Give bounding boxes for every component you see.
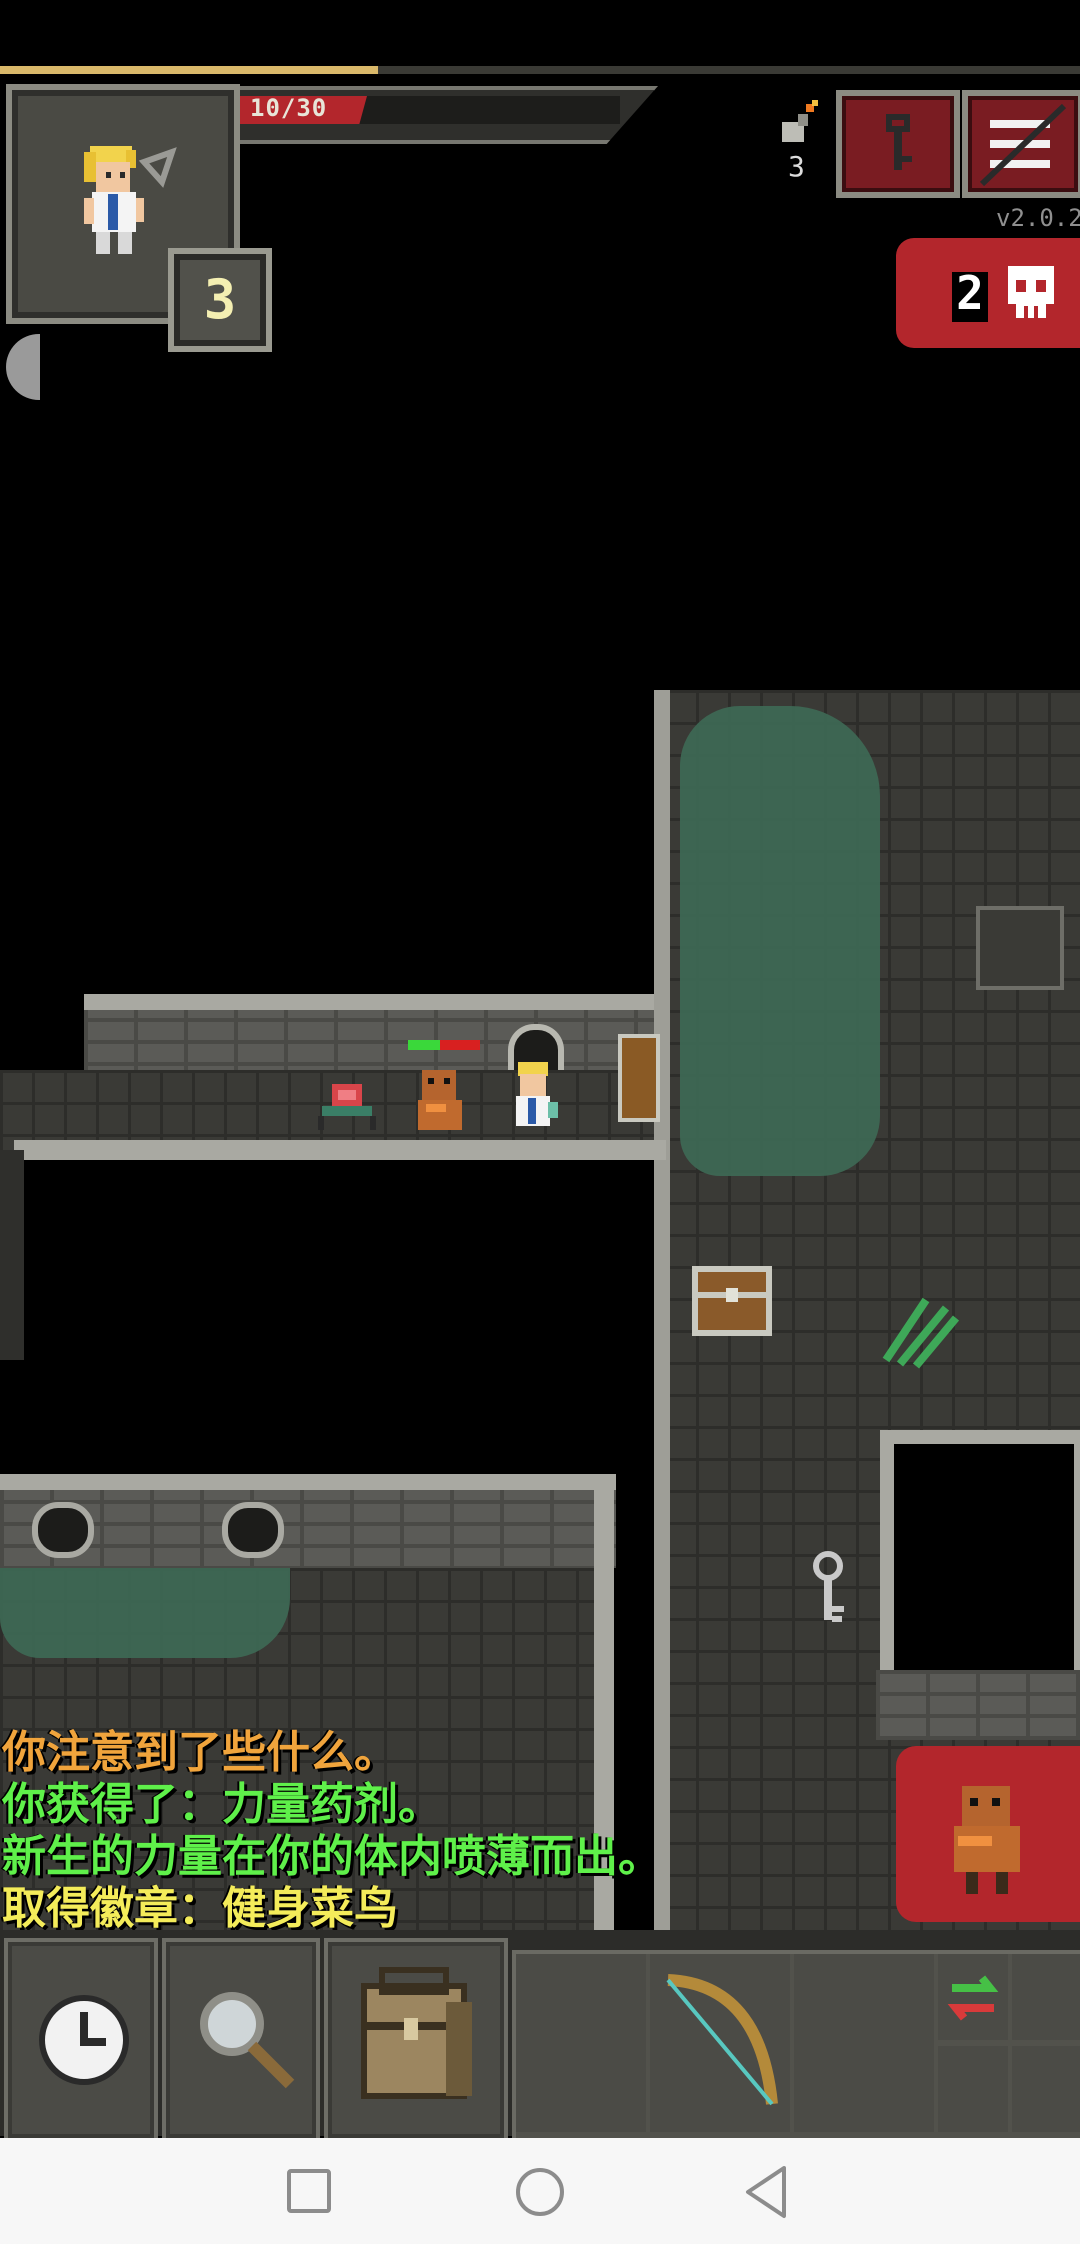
swap-slot[interactable] [938,1954,1008,2040]
lower-moss [0,1568,290,1658]
corridor-ledge-bottom [14,1140,666,1160]
experience-bar [0,66,378,74]
magnifier-icon [200,1992,295,2089]
key-icon [886,114,912,170]
quickslot-5[interactable] [938,2046,1008,2132]
sewer-grate-1 [32,1502,94,1558]
enemy-health-red [440,1040,480,1050]
search-button[interactable] [162,1938,320,2142]
wait-button[interactable] [4,1938,158,2142]
wooden-door[interactable] [618,1034,660,1122]
version-label: v2.0.2 [996,204,1080,232]
menu-lines-icon [979,103,1067,187]
log-line-4: 取得徽章：健身菜鸟 [2,1883,398,1934]
backpack-button[interactable] [324,1938,508,2142]
quickslot-6[interactable] [1012,2046,1080,2132]
quickslot-1[interactable] [516,1954,646,2132]
moss-patch [680,706,880,1176]
bookshelf [976,906,1064,990]
left-wall [0,1150,24,1360]
bow-icon [666,1974,778,2106]
square-icon[interactable] [286,2168,332,2214]
crab-enemy-icon[interactable] [312,1078,382,1138]
clock-icon [39,1995,129,2085]
attack-target-button[interactable] [896,1746,1080,1922]
enemy-health-green [408,1040,440,1050]
circle-icon[interactable] [514,2166,566,2218]
backpack-icon [361,1967,472,2099]
quickslot-3[interactable] [794,1954,934,2132]
journal-button[interactable] [836,90,960,198]
swap-arrows-icon [947,1975,999,2021]
menu-button[interactable] [962,90,1080,198]
corridor-ledge-top [84,994,654,1010]
iron-key-icon[interactable] [806,1550,852,1630]
danger-count: 2 [956,266,984,320]
sewer-grate-2 [222,1502,284,1558]
pit-room [880,1430,1080,1698]
rat-target-icon [954,1786,1020,1894]
bomb-icon [782,100,818,142]
left-edge-tab[interactable] [6,334,40,400]
skull-icon [1008,266,1054,318]
depth-number: 3 [203,268,237,331]
hero-sprite-icon[interactable] [500,1056,570,1140]
wall-pillar [654,690,670,1930]
rat-enemy-icon[interactable] [404,1060,474,1140]
tnt-count: 3 [788,150,805,183]
back-triangle-icon[interactable] [742,2164,790,2220]
lower-room-ledge [0,1474,616,1490]
quickslot-4[interactable] [1012,1954,1080,2040]
grass-tuft-icon [882,1297,960,1369]
quickslot-2[interactable] [650,1954,790,2132]
health-text: 10/30 [250,94,328,122]
pit-room-wall [876,1670,1080,1740]
chest-icon[interactable] [688,1262,778,1342]
